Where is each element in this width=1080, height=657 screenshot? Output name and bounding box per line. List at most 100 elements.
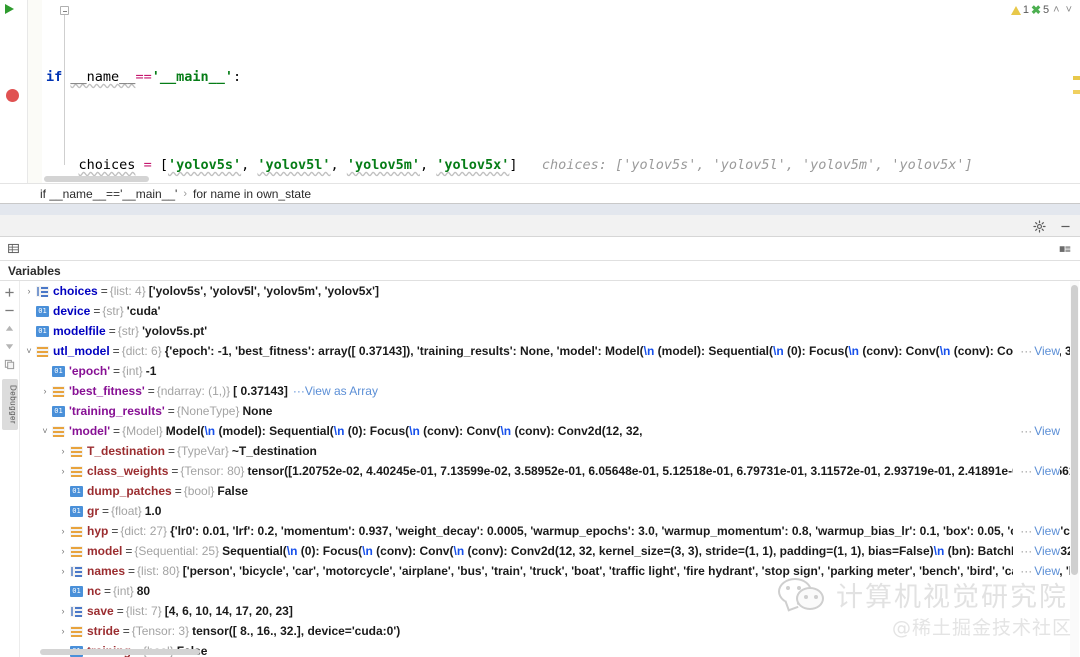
variable-value: 1.0 [144,504,162,518]
expand-twisty-icon[interactable]: › [56,446,70,456]
variable-equals: = [128,564,136,578]
view-link[interactable]: View [1034,424,1060,438]
variable-equals: = [147,384,155,398]
breadcrumb-item-1[interactable]: for name in own_state [193,187,311,201]
variable-row[interactable]: 01 modelfile = {str}'yolov5s.pt' [20,321,1072,341]
variable-type: {Tensor: 80} [180,464,245,478]
table-view-icon[interactable] [6,242,20,256]
expand-twisty-icon[interactable]: › [56,566,70,576]
variable-name: 'best_fitness' [69,384,145,398]
view-link[interactable]: View [1034,464,1060,478]
value-truncation: ··· View [1013,421,1060,441]
debugger-tool-window: Variables Debugger › choices = {list: 4}… [0,215,1080,657]
variables-horizontal-scrollbar[interactable] [40,649,200,655]
variable-row[interactable]: 01 'training_results' = {NoneType} None [20,401,1072,421]
variables-tree[interactable]: › choices = {list: 4} ['yolov5s', 'yolov5l',… [20,281,1072,657]
variable-equals: = [167,404,175,418]
side-tab-debugger[interactable]: Debugger [1,379,18,431]
arrow-up-icon[interactable] [1,319,19,337]
rail-mark-warning[interactable] [1073,76,1080,80]
variable-row[interactable]: › 'best_fitness' = {ndarray: (1,)}[ 0.37143… [20,381,1072,401]
variable-row[interactable]: 01 nc = {int} 80 [20,581,1072,601]
rail-mark-warning-2[interactable] [1073,90,1080,94]
variable-row[interactable]: 01 'epoch' = {int} -1 [20,361,1072,381]
variable-name: stride [87,624,120,638]
variable-row[interactable]: ˅ utl_model = {dict: 6} {'epoch': -1, 'best_… [20,341,1072,361]
variable-type: {ndarray: (1,)} [156,384,231,398]
arrow-down-icon[interactable] [1,337,19,355]
variable-row[interactable]: ˅ 'model' = {Model} Model(\n (model): Sequen… [20,421,1072,441]
view-link[interactable]: View [1034,524,1060,538]
minus-icon[interactable] [1,301,19,319]
breadcrumb[interactable]: if __name__=='__main__' › for name in ow… [0,183,1080,203]
breakpoint-icon[interactable] [6,89,19,102]
variable-equals: = [171,464,179,478]
expand-twisty-icon[interactable]: › [56,606,70,616]
variable-row[interactable]: › choices = {list: 4} ['yolov5s', 'yolov5l',… [20,281,1072,301]
expand-twisty-icon[interactable]: › [56,546,70,556]
prev-problem-chevron-icon[interactable]: ˄ [1051,4,1061,16]
inspection-widget[interactable]: 1 ✖ 5 ˄ ˅ [1010,2,1074,18]
variables-scrollbar[interactable] [1070,281,1079,657]
variable-value: [4, 6, 10, 14, 17, 20, 23] [164,604,293,618]
view-link[interactable]: View [1034,544,1060,558]
variable-name: 'model' [69,424,111,438]
next-problem-chevron-icon[interactable]: ˅ [1064,4,1074,16]
code-editor[interactable]: if __name__=='__main__': choices = ['yol… [0,0,1080,183]
variable-value: None [242,404,273,418]
code-lines[interactable]: if __name__=='__main__': choices = ['yol… [42,0,1080,183]
view-as-array-link[interactable]: ···View as Array [293,384,378,398]
collapse-twisty-icon[interactable]: ˅ [22,346,36,356]
ellipsis-icon: ··· [1020,424,1033,438]
variable-value: False [217,484,249,498]
variable-row[interactable]: 01 dump_patches = {bool} False [20,481,1072,501]
expand-twisty-icon[interactable]: › [56,526,70,536]
breadcrumb-item-0[interactable]: if __name__=='__main__' [40,187,177,201]
variable-type: {list: 4} [109,284,146,298]
collapse-twisty-icon[interactable]: ˅ [38,426,52,436]
tab-variables[interactable]: Variables [8,264,61,278]
variable-row[interactable]: › class_weights = {Tensor: 80} tensor([1.207… [20,461,1072,481]
expand-twisty-icon[interactable]: › [56,466,70,476]
expand-twisty-icon [56,507,70,516]
variable-name: 'epoch' [69,364,111,378]
value-truncation: ··· View [1013,541,1060,561]
run-arrow-icon[interactable] [5,4,14,14]
code-line-1[interactable]: if __name__=='__main__': [42,66,1080,88]
variable-row[interactable]: › save = {list: 7} [4, 6, 10, 14, 17, 20, 23… [20,601,1072,621]
breadcrumb-separator-icon: › [183,187,188,200]
expand-twisty-icon [38,367,52,376]
variable-row[interactable]: 01 device = {str}'cuda' [20,301,1072,321]
gear-icon[interactable] [1032,219,1046,233]
editor-horizontal-scrollbar[interactable] [44,176,149,182]
variable-row[interactable]: › names = {list: 80} ['person', 'bicycle', '… [20,561,1072,581]
variable-equals: = [100,284,108,298]
editor-scroll-rail[interactable] [1073,18,1080,168]
variable-row[interactable]: › hyp = {dict: 27} {'lr0': 0.01, 'lrf': 0.2,… [20,521,1072,541]
variables-tabstrip: Variables [0,261,1080,281]
variable-row[interactable]: › stride = {Tensor: 3} tensor([ 8., 16., 32.… [20,621,1072,641]
minimize-icon[interactable] [1058,219,1072,233]
variable-type: {str} [117,324,140,338]
variable-equals: = [102,504,110,518]
variables-scrollbar-thumb[interactable] [1071,285,1078,575]
variable-row[interactable]: › T_destination = {TypeVar} ~T_destination [20,441,1072,461]
value-truncation: ··· View [1013,561,1060,581]
copy-icon[interactable] [1,355,19,373]
variable-row[interactable]: 01 gr = {float} 1.0 [20,501,1072,521]
editor-fold-gutter[interactable] [28,0,69,183]
variable-type: {str} [102,304,124,318]
panel-divider[interactable] [0,203,1080,215]
expand-twisty-icon[interactable]: › [56,626,70,636]
expand-twisty-icon[interactable]: › [22,286,36,296]
code-line-2[interactable]: choices = ['yolov5s', 'yolov5l', 'yolov5… [42,154,1080,176]
plus-icon[interactable] [1,283,19,301]
view-link[interactable]: View [1034,344,1060,358]
primitive-value-icon: 01 [52,405,65,417]
expand-twisty-icon[interactable]: › [38,386,52,396]
variable-name: nc [87,584,102,598]
editor-gutter[interactable] [0,0,28,183]
view-link[interactable]: View [1034,564,1060,578]
layout-icon[interactable] [1058,242,1072,256]
variable-row[interactable]: › model = {Sequential: 25} Sequential(\n (0)… [20,541,1072,561]
